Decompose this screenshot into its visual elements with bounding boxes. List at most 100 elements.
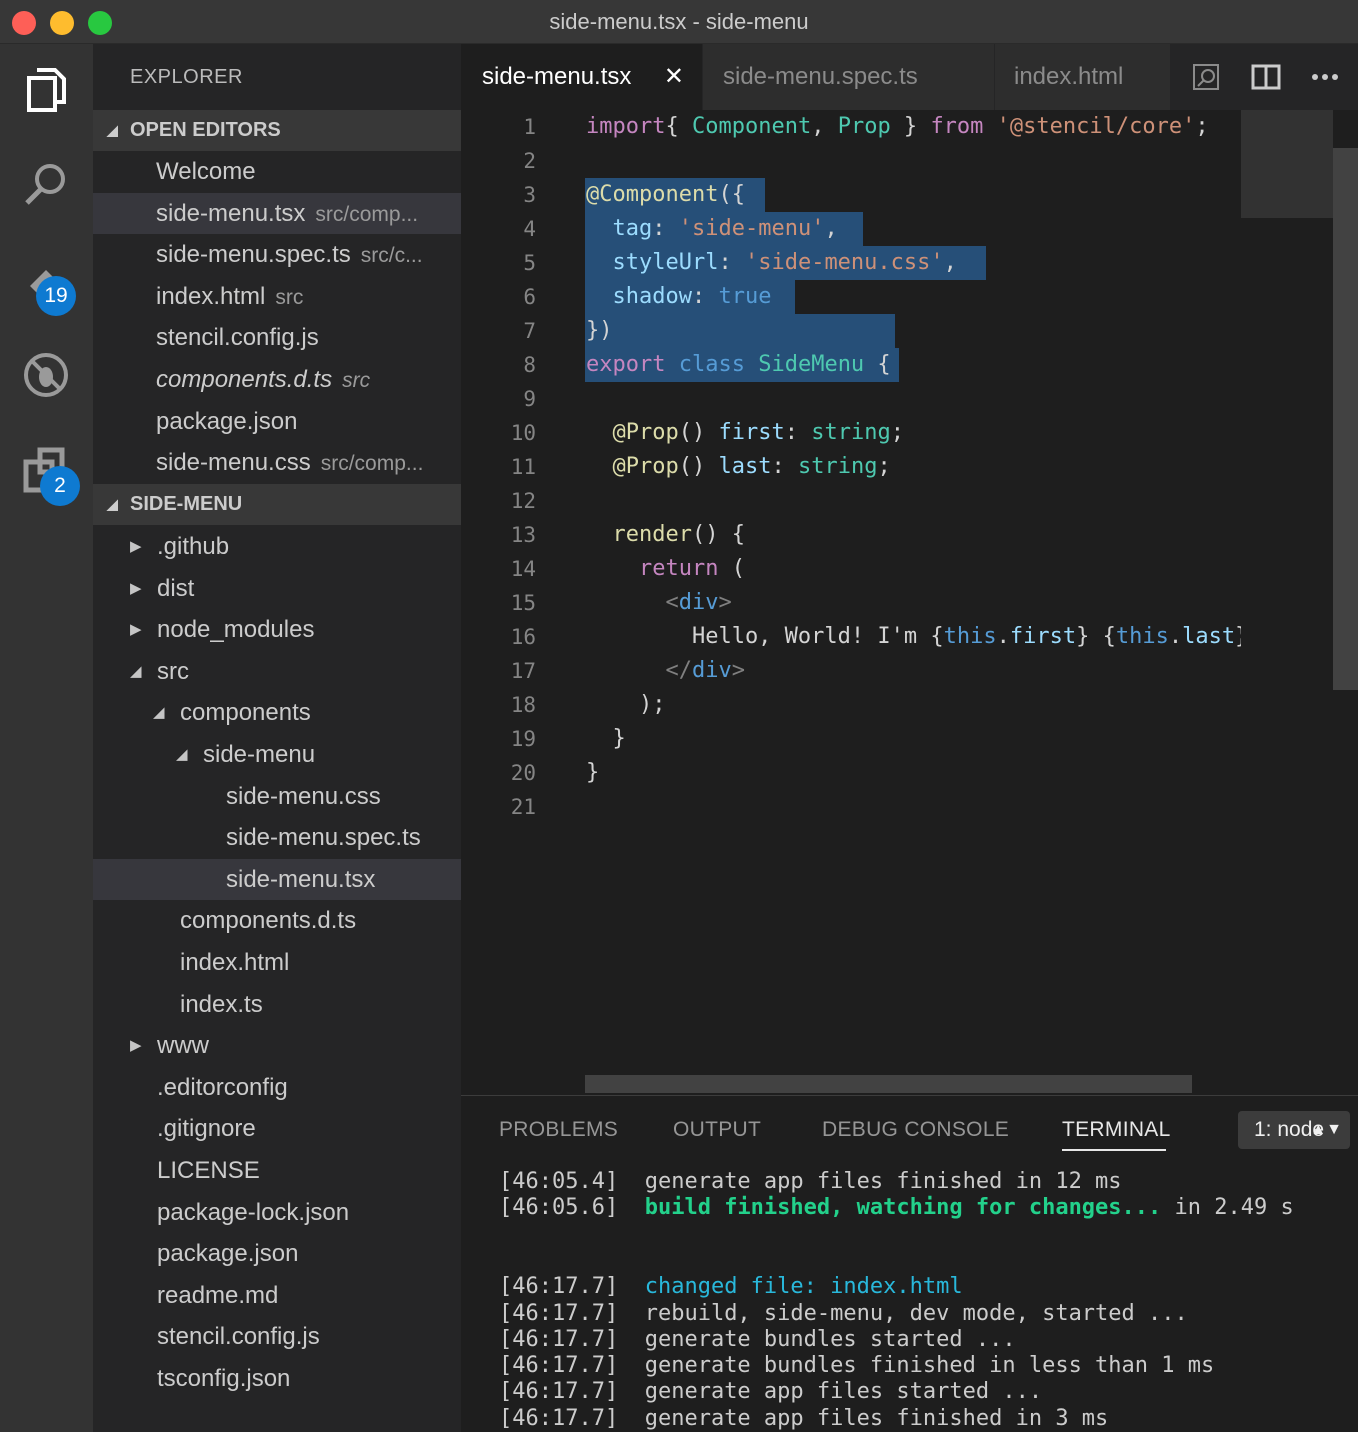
vertical-scrollbar[interactable] bbox=[1333, 148, 1358, 690]
tree-item-label: side-menu.css bbox=[226, 782, 381, 810]
tree-file[interactable]: side-menu.spec.ts bbox=[93, 817, 461, 858]
code-token: 'side-menu.css' bbox=[744, 250, 944, 275]
tab-problems[interactable]: PROBLEMS bbox=[499, 1118, 618, 1142]
line-number: 3 bbox=[523, 183, 536, 207]
tree-folder[interactable]: ▶ .github bbox=[93, 526, 461, 567]
code-token: , bbox=[943, 250, 957, 275]
tree-folder[interactable]: ▶ node_modules bbox=[93, 609, 461, 650]
code-token: @Prop bbox=[612, 420, 679, 445]
chevron-right-icon: ▶ bbox=[130, 579, 142, 597]
terminal-text: generate app files started ... bbox=[644, 1379, 1043, 1405]
code-token: } bbox=[586, 760, 600, 785]
code-token: this bbox=[1115, 624, 1169, 649]
open-editor-item[interactable]: side-menu.tsx src/comp... bbox=[93, 192, 461, 234]
open-editor-name: stencil.config.js bbox=[156, 324, 319, 352]
code-line: @Prop() first: string; bbox=[586, 416, 904, 450]
open-editor-item[interactable]: stencil.config.js bbox=[93, 317, 461, 358]
tree-folder[interactable]: ▶ www bbox=[93, 1025, 461, 1066]
terminal-line: [46:05.6] build finished, watching for c… bbox=[499, 1195, 1294, 1221]
tree-folder[interactable]: ◢ side-menu bbox=[93, 734, 461, 775]
chevron-right-icon: ▶ bbox=[130, 1037, 142, 1055]
open-editors-header[interactable]: ◢ OPEN EDITORS bbox=[93, 110, 461, 151]
more-actions-icon[interactable] bbox=[1306, 44, 1346, 110]
code-line: }) bbox=[586, 314, 613, 348]
tree-item-label: stencil.config.js bbox=[157, 1323, 320, 1351]
tree-item-label: side-menu.spec.ts bbox=[226, 824, 421, 852]
activity-explorer[interactable] bbox=[0, 44, 93, 134]
close-icon[interactable]: ✕ bbox=[664, 44, 684, 110]
code-token: last bbox=[718, 454, 772, 479]
activity-extensions[interactable]: 2 bbox=[0, 424, 93, 514]
open-editor-label: components.d.ts src bbox=[156, 359, 370, 400]
tree-item-label: package.json bbox=[157, 1240, 299, 1268]
tree-file[interactable]: index.html bbox=[93, 942, 461, 983]
tree-item-label: components bbox=[180, 699, 311, 727]
open-editor-name: package.json bbox=[156, 407, 298, 435]
open-editor-item[interactable]: components.d.ts src bbox=[93, 359, 461, 400]
code-editor[interactable]: 1 2 3 4 5 6 7 8 9 10 11 12 13 14 15 16 17 18 19 20 21 import… bbox=[461, 110, 1358, 1095]
code-token: Component bbox=[691, 114, 812, 139]
tree-file[interactable]: package-lock.json bbox=[93, 1192, 461, 1233]
horizontal-scrollbar[interactable] bbox=[585, 1075, 1192, 1093]
code-token: 'side-menu' bbox=[678, 216, 825, 241]
terminal-select[interactable]: 1: node ▲▼ bbox=[1238, 1111, 1350, 1149]
tree-file[interactable]: package.json bbox=[93, 1233, 461, 1274]
tree-item-label: readme.md bbox=[157, 1281, 279, 1309]
open-editor-path: src/comp... bbox=[320, 452, 424, 476]
tree-item-label: www bbox=[157, 1032, 209, 1060]
activity-source-control[interactable]: 19 bbox=[0, 234, 93, 324]
activity-debug[interactable] bbox=[0, 329, 93, 419]
project-header[interactable]: ◢ SIDE-MENU bbox=[93, 484, 461, 525]
code-token: , bbox=[811, 114, 838, 139]
tree-file[interactable]: .gitignore bbox=[93, 1108, 461, 1149]
tree-folder[interactable]: ◢ src bbox=[93, 651, 461, 692]
line-number: 18 bbox=[510, 693, 536, 717]
tab-side-menu-tsx[interactable]: side-menu.tsx ✕ bbox=[461, 44, 703, 110]
open-editor-item[interactable]: side-menu.spec.ts src/c... bbox=[93, 234, 461, 275]
open-editor-item[interactable]: side-menu.css src/comp... bbox=[93, 442, 461, 483]
minimap[interactable] bbox=[1241, 110, 1333, 1095]
tree-file[interactable]: stencil.config.js bbox=[93, 1316, 461, 1357]
open-editor-path: src bbox=[342, 369, 371, 392]
code-token: } bbox=[890, 114, 931, 139]
split-editor-icon[interactable] bbox=[1246, 44, 1286, 110]
line-number: 13 bbox=[510, 523, 536, 547]
tab-side-menu-spec[interactable]: side-menu.spec.ts bbox=[703, 44, 995, 110]
open-editor-label: package.json bbox=[156, 401, 307, 442]
tree-file[interactable]: tsconfig.json bbox=[93, 1358, 461, 1399]
code-token: () bbox=[678, 454, 719, 479]
code-token: </ bbox=[665, 658, 692, 683]
tree-file[interactable]: side-menu.css bbox=[93, 776, 461, 817]
tree-file[interactable]: LICENSE bbox=[93, 1150, 461, 1191]
tree-file[interactable]: components.d.ts bbox=[93, 900, 461, 941]
code-token: : bbox=[784, 420, 812, 445]
code-token: div bbox=[678, 590, 719, 615]
code-line: ); bbox=[586, 688, 666, 722]
open-editor-item[interactable]: Welcome bbox=[93, 151, 461, 192]
tree-folder[interactable]: ▶ dist bbox=[93, 568, 461, 609]
code-token: ; bbox=[890, 420, 904, 445]
open-editor-item[interactable]: index.html src bbox=[93, 276, 461, 317]
tab-terminal[interactable]: TERMINAL bbox=[1062, 1118, 1171, 1142]
explorer-sidebar: EXPLORER ◢ OPEN EDITORS Welcome side-menu… bbox=[93, 44, 461, 1432]
terminal-line: [46:17.7] changed file: index.html bbox=[499, 1274, 963, 1300]
open-preview-icon[interactable] bbox=[1186, 44, 1226, 110]
open-editor-item[interactable]: package.json bbox=[93, 401, 461, 442]
minimap-viewport[interactable] bbox=[1241, 110, 1333, 218]
tree-file[interactable]: index.ts bbox=[93, 984, 461, 1025]
code-token: div bbox=[691, 658, 732, 683]
line-number: 14 bbox=[510, 557, 536, 581]
code-line: export class SideMenu { bbox=[586, 348, 891, 382]
tab-index-html[interactable]: index.html bbox=[995, 44, 1171, 110]
tree-file[interactable]: readme.md bbox=[93, 1275, 461, 1316]
tab-debug-console[interactable]: DEBUG CONSOLE bbox=[822, 1118, 1009, 1142]
tree-file[interactable]: .editorconfig bbox=[93, 1067, 461, 1108]
activity-search[interactable] bbox=[0, 139, 93, 229]
code-token: ({ bbox=[718, 182, 745, 207]
tab-output[interactable]: OUTPUT bbox=[673, 1118, 761, 1142]
tree-folder[interactable]: ◢ components bbox=[93, 692, 461, 733]
tree-file[interactable]: side-menu.tsx bbox=[93, 858, 461, 900]
